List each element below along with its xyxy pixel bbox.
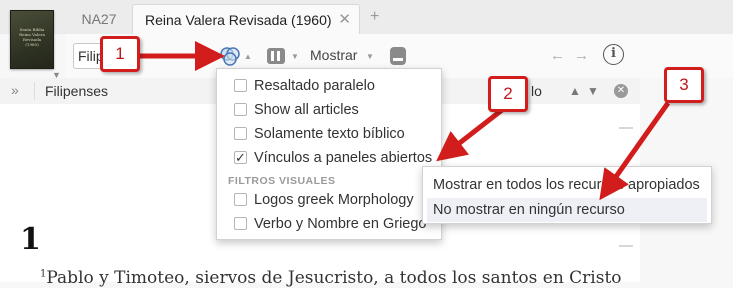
visual-filters-menu: Resaltado paralelo Show all articles Sol… xyxy=(216,68,442,240)
scroll-marker xyxy=(619,127,633,129)
chevron-down-icon[interactable]: ▼ xyxy=(366,52,374,61)
menu-item-vinculos-paneles[interactable]: ✓ Vínculos a paneles abiertos xyxy=(217,146,441,170)
menu-item-verbo-nombre-griego[interactable]: Verbo y Nombre en Griego xyxy=(217,212,441,236)
tab-label: Reina Valera Revisada (1960) xyxy=(145,12,332,28)
back-arrow-icon[interactable]: ← xyxy=(550,47,565,64)
menu-item-label: Show all articles xyxy=(254,102,359,118)
checkmark-icon[interactable]: ✓ xyxy=(234,151,247,164)
submenu-item-show-none[interactable]: No mostrar en ningún recurso xyxy=(427,198,707,222)
checkbox[interactable] xyxy=(234,217,247,230)
menu-item-label: Verbo y Nombre en Griego xyxy=(254,216,427,232)
menu-item-resaltado-paralelo[interactable]: Resaltado paralelo xyxy=(217,74,441,98)
book-cover-image[interactable]: Santa Biblia Reina Valera Revisada (1960… xyxy=(10,10,54,69)
menu-item-label: Solamente texto bíblico xyxy=(254,126,405,142)
up-arrow-icon[interactable]: ▲ xyxy=(569,84,581,98)
menu-item-label: Resaltado paralelo xyxy=(254,78,375,94)
down-arrow-icon[interactable]: ▼ xyxy=(587,84,599,98)
scroll-marker xyxy=(619,245,633,247)
checkbox[interactable] xyxy=(234,193,247,206)
verse-text[interactable]: 1Pablo y Timoteo, siervos de Jesucristo,… xyxy=(40,268,622,288)
book-cover-text: Santa Biblia Reina Valera Revisada (1960… xyxy=(19,27,45,47)
checkbox[interactable] xyxy=(234,127,247,140)
section-label: Filipenses xyxy=(45,83,109,99)
expand-chevron-icon[interactable]: » xyxy=(11,82,19,98)
clear-icon[interactable]: ✕ xyxy=(614,84,628,98)
callout-3: 3 xyxy=(664,67,704,103)
menu-section-title: FILTROS VISUALES xyxy=(228,175,336,187)
checkbox[interactable] xyxy=(234,79,247,92)
tab-reina-valera[interactable]: Reina Valera Revisada (1960) ✕ xyxy=(132,4,360,34)
search-partial-label: lo xyxy=(531,83,542,99)
chevron-down-icon[interactable]: ▼ xyxy=(291,52,299,61)
callout-1: 1 xyxy=(100,36,140,72)
submenu-item-show-all[interactable]: Mostrar en todos los recursos apropiados xyxy=(427,173,707,197)
divider xyxy=(34,82,35,100)
pane-icon[interactable] xyxy=(265,45,287,67)
info-icon[interactable]: i xyxy=(603,44,624,65)
app-window: NA27 Reina Valera Revisada (1960) ✕ + Sa… xyxy=(0,0,733,288)
tab-na27[interactable]: NA27 xyxy=(66,4,132,34)
chevron-up-icon[interactable]: ▲ xyxy=(244,52,252,61)
chapter-number: 1 xyxy=(20,222,41,257)
show-button[interactable]: Mostrar xyxy=(310,47,357,63)
menu-item-show-all-articles[interactable]: Show all articles xyxy=(217,98,441,122)
add-tab-icon[interactable]: + xyxy=(370,8,379,26)
menu-item-label: Vínculos a paneles abiertos xyxy=(254,150,433,166)
callout-2: 2 xyxy=(488,76,528,112)
forward-arrow-icon[interactable]: → xyxy=(574,47,589,64)
links-submenu: Mostrar en todos los recursos apropiados… xyxy=(422,166,712,224)
menu-item-label: Logos greek Morphology xyxy=(254,192,414,208)
menu-item-logos-greek-morphology[interactable]: Logos greek Morphology xyxy=(217,188,441,212)
verse-body: Pablo y Timoteo, siervos de Jesucristo, … xyxy=(46,268,622,288)
menu-item-solamente-texto-biblico[interactable]: Solamente texto bíblico xyxy=(217,122,441,146)
close-icon[interactable]: ✕ xyxy=(338,5,351,35)
checkbox[interactable] xyxy=(234,103,247,116)
print-icon[interactable] xyxy=(387,45,409,67)
visual-filters-icon[interactable] xyxy=(219,45,241,67)
